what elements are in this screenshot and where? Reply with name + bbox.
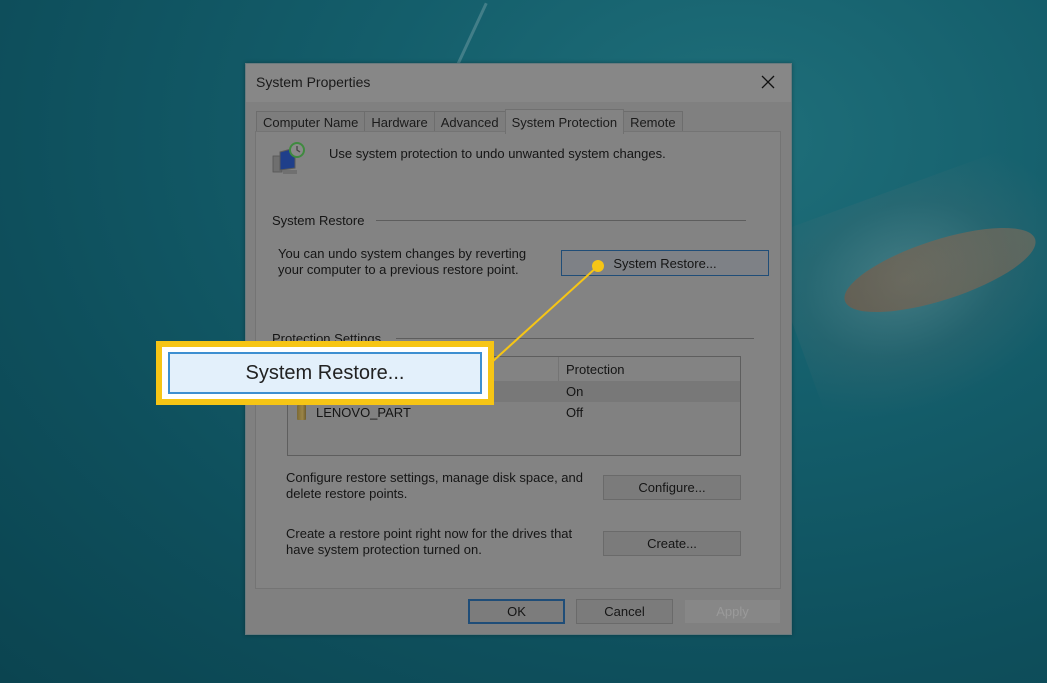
ok-button[interactable]: OK: [468, 599, 565, 624]
title-bar[interactable]: System Properties: [246, 64, 791, 102]
description-line: have system protection turned on.: [286, 542, 482, 557]
description-line: You can undo system changes by reverting: [278, 246, 527, 261]
create-button[interactable]: Create...: [603, 531, 741, 556]
system-restore-button[interactable]: System Restore...: [561, 250, 769, 276]
wallpaper-streak: [455, 2, 488, 68]
tab-advanced[interactable]: Advanced: [433, 111, 506, 133]
drive-protection-status: On: [566, 384, 584, 399]
callout-system-restore-button[interactable]: System Restore...: [168, 352, 482, 394]
callout-inner: System Restore...: [162, 347, 488, 399]
apply-button[interactable]: Apply: [684, 599, 781, 624]
system-restore-description: You can undo system changes by reverting…: [278, 246, 526, 278]
drive-name: LENOVO_PART: [316, 405, 411, 420]
tab-remote[interactable]: Remote: [623, 111, 683, 133]
create-description: Create a restore point right now for the…: [286, 526, 572, 558]
description-line: your computer to a previous restore poin…: [278, 262, 519, 277]
tab-system-protection[interactable]: System Protection: [504, 109, 625, 134]
description-line: Configure restore settings, manage disk …: [286, 470, 584, 485]
intro-text: Use system protection to undo unwanted s…: [329, 146, 666, 161]
cancel-button[interactable]: Cancel: [576, 599, 673, 624]
group-divider: [376, 220, 746, 221]
system-restore-group-label: System Restore: [272, 213, 373, 228]
callout-highlight: System Restore...: [156, 341, 494, 405]
configure-description: Configure restore settings, manage disk …: [286, 470, 583, 502]
list-row[interactable]: LENOVO_PART Off: [288, 402, 740, 423]
tab-strip: Computer Name Hardware Advanced System P…: [256, 109, 683, 134]
group-divider: [396, 338, 754, 339]
close-icon: [761, 75, 775, 89]
description-line: delete restore points.: [286, 486, 408, 501]
tab-computer-name[interactable]: Computer Name: [256, 111, 366, 133]
description-line: Create a restore point right now for the…: [286, 526, 573, 541]
drive-icon: [297, 405, 306, 420]
drive-protection-status: Off: [566, 405, 584, 420]
configure-button[interactable]: Configure...: [603, 475, 741, 500]
column-header-protection[interactable]: Protection: [566, 362, 625, 377]
tab-hardware[interactable]: Hardware: [364, 111, 435, 133]
dialog-title: System Properties: [256, 74, 371, 90]
column-separator[interactable]: [558, 357, 559, 381]
close-button[interactable]: [753, 69, 783, 95]
system-protection-icon: [272, 142, 305, 174]
